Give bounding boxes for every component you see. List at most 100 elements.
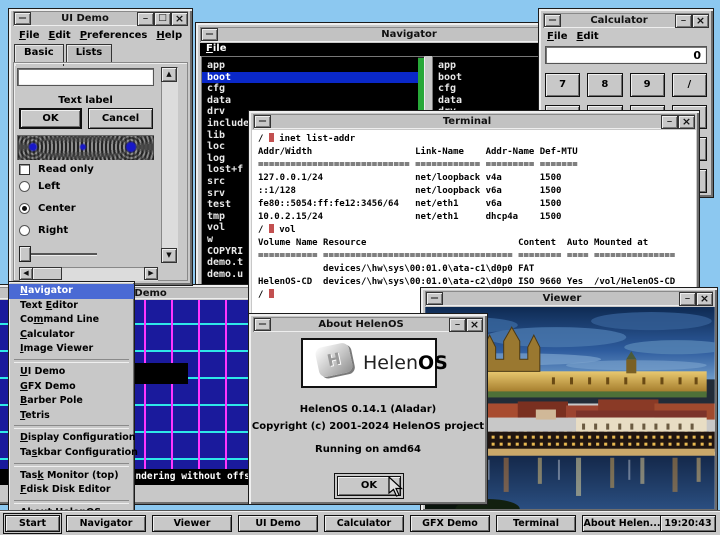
close-icon[interactable] bbox=[172, 13, 187, 25]
slider-thumb[interactable] bbox=[19, 246, 31, 262]
window-menu-icon[interactable] bbox=[255, 116, 270, 127]
close-icon[interactable] bbox=[467, 319, 482, 331]
start-menu-item-gfx-demo[interactable]: GFX Demo bbox=[9, 380, 134, 395]
start-menu-item-navigator[interactable]: Navigator bbox=[9, 284, 134, 299]
terminal-line: =========== ============================… bbox=[258, 250, 690, 263]
file-data[interactable]: data bbox=[207, 95, 424, 107]
calculator-title: Calculator bbox=[562, 15, 676, 26]
ui-demo-title: UI Demo bbox=[32, 13, 138, 24]
horizontal-scrollbar[interactable]: ◀ ▶ bbox=[19, 267, 158, 281]
prompt-marker-icon bbox=[269, 133, 274, 142]
menu-help[interactable]: Help bbox=[156, 30, 182, 41]
minimize-icon[interactable] bbox=[676, 15, 691, 27]
menu-file[interactable]: File bbox=[19, 30, 39, 41]
ui-demo-titlebar[interactable]: UI Demo bbox=[13, 11, 188, 26]
terminal-line: 127.0.0.1/24 net/loopback v4a 1500 bbox=[258, 172, 690, 185]
start-button[interactable]: Start bbox=[5, 515, 60, 532]
radio-left[interactable] bbox=[19, 181, 30, 192]
window-menu-icon[interactable] bbox=[202, 29, 217, 40]
window-menu-icon[interactable] bbox=[427, 293, 442, 304]
ok-button[interactable]: OK bbox=[19, 108, 82, 129]
window-menu-icon[interactable] bbox=[545, 15, 560, 26]
viewer-titlebar[interactable]: Viewer bbox=[425, 291, 713, 306]
calculator-display[interactable]: 0 bbox=[545, 46, 707, 64]
calculator-titlebar[interactable]: Calculator bbox=[543, 13, 709, 28]
start-menu-item-ui-demo[interactable]: UI Demo bbox=[9, 365, 134, 380]
calc-key-/[interactable]: / bbox=[672, 73, 707, 97]
start-menu-item-command-line[interactable]: Command Line bbox=[9, 313, 134, 328]
menu-preferences[interactable]: Preferences bbox=[80, 30, 148, 41]
about-window-buttons bbox=[450, 319, 482, 331]
taskbar-button-navigator[interactable]: Navigator bbox=[66, 515, 146, 532]
calc-key-8[interactable]: 8 bbox=[587, 73, 622, 97]
scroll-up-icon[interactable]: ▲ bbox=[162, 68, 176, 81]
start-menu-item-taskbar-configuration[interactable]: Taskbar Configuration bbox=[9, 446, 134, 461]
radio-right[interactable] bbox=[19, 225, 30, 236]
menu-edit[interactable]: Edit bbox=[48, 30, 70, 41]
close-icon[interactable] bbox=[693, 15, 708, 27]
terminal-line: / vol bbox=[258, 224, 690, 237]
minimize-icon[interactable] bbox=[450, 319, 465, 331]
scroll-left-icon[interactable]: ◀ bbox=[20, 268, 32, 279]
taskbar-button-gfx-demo[interactable]: GFX Demo bbox=[410, 515, 490, 532]
taskbar-button-calculator[interactable]: Calculator bbox=[324, 515, 404, 532]
about-titlebar[interactable]: About HelenOS bbox=[253, 317, 483, 332]
minimize-icon[interactable] bbox=[662, 116, 677, 128]
menu-file[interactable]: File bbox=[206, 43, 226, 54]
helenos-logo-text: HelenOS bbox=[363, 352, 448, 374]
calc-key-7[interactable]: 7 bbox=[545, 73, 580, 97]
scroll-down-icon[interactable]: ▼ bbox=[162, 249, 176, 262]
start-menu-item-task-monitor-top[interactable]: Task Monitor (top) bbox=[9, 469, 134, 484]
taskbar-button-ui-demo[interactable]: UI Demo bbox=[238, 515, 318, 532]
about-arch-line: Running on amd64 bbox=[249, 444, 487, 455]
close-icon[interactable] bbox=[679, 116, 694, 128]
ui-demo-tabs: Basic Lists bbox=[14, 44, 114, 62]
start-menu-item-image-viewer[interactable]: Image Viewer bbox=[9, 342, 134, 357]
minimize-icon[interactable] bbox=[680, 293, 695, 305]
radio-center[interactable] bbox=[19, 203, 30, 214]
desktop: Navigator File appbootcfgdatadrvincludel… bbox=[0, 0, 720, 535]
taskbar-button-terminal[interactable]: Terminal bbox=[496, 515, 576, 532]
scrollbar-thumb[interactable] bbox=[33, 268, 61, 279]
terminal-line: 10.0.2.15/24 net/eth1 dhcp4a 1500 bbox=[258, 211, 690, 224]
ui-demo-menubar: File Edit Preferences Help bbox=[19, 30, 191, 41]
menu-separator bbox=[14, 463, 129, 467]
start-menu-item-text-editor[interactable]: Text Editor bbox=[9, 299, 134, 314]
start-menu-item-display-configuration[interactable]: Display Configuration bbox=[9, 431, 134, 446]
about-copyright-line: Copyright (c) 2001-2024 HelenOS project bbox=[249, 421, 487, 432]
calculator-window-buttons bbox=[676, 15, 708, 27]
taskbar-button-about-helen[interactable]: About Helen... bbox=[582, 515, 662, 532]
file-cfg[interactable]: cfg bbox=[207, 83, 424, 95]
file-boot[interactable]: boot bbox=[202, 72, 424, 84]
calc-key-9[interactable]: 9 bbox=[630, 73, 665, 97]
about-helenos-dialog: About HelenOS H HelenOS HelenOS 0.14.1 (… bbox=[248, 313, 488, 505]
close-icon[interactable] bbox=[697, 293, 712, 305]
terminal-line: / inet list-addr bbox=[258, 133, 690, 146]
cancel-button[interactable]: Cancel bbox=[88, 108, 153, 129]
minimize-icon[interactable] bbox=[138, 13, 153, 25]
start-menu-item-calculator[interactable]: Calculator bbox=[9, 328, 134, 343]
window-menu-icon[interactable] bbox=[255, 319, 270, 330]
tab-lists[interactable]: Lists bbox=[66, 44, 112, 62]
menu-file[interactable]: File bbox=[547, 31, 567, 42]
text-entry[interactable] bbox=[17, 68, 154, 86]
about-version-line: HelenOS 0.14.1 (Aladar) bbox=[249, 404, 487, 415]
start-menu-item-barber-pole[interactable]: Barber Pole bbox=[9, 394, 134, 409]
menu-edit[interactable]: Edit bbox=[576, 31, 598, 42]
read-only-checkbox[interactable] bbox=[19, 164, 30, 175]
ripple-pattern-image bbox=[17, 135, 154, 160]
start-menu-item-fdisk-disk-editor[interactable]: Fdisk Disk Editor bbox=[9, 483, 134, 498]
taskbar-button-viewer[interactable]: Viewer bbox=[152, 515, 232, 532]
terminal-line: fe80::5054:ff:fe12:3456/64 net/eth1 v6a … bbox=[258, 198, 690, 211]
terminal-line: devices/\hw\sys\00:01.0\ata-c1\d0p0 FAT bbox=[258, 263, 690, 276]
maximize-icon[interactable] bbox=[155, 13, 170, 25]
file-app[interactable]: app bbox=[207, 60, 424, 72]
window-menu-icon[interactable] bbox=[15, 13, 30, 24]
terminal-window-buttons bbox=[662, 116, 694, 128]
start-menu-item-tetris[interactable]: Tetris bbox=[9, 409, 134, 424]
scroll-right-icon[interactable]: ▶ bbox=[145, 268, 157, 279]
slider-track[interactable] bbox=[31, 253, 97, 255]
vertical-scrollbar[interactable]: ▲ ▼ bbox=[161, 67, 178, 263]
terminal-line: ::1/128 net/loopback v6a 1500 bbox=[258, 185, 690, 198]
terminal-titlebar[interactable]: Terminal bbox=[253, 114, 695, 129]
